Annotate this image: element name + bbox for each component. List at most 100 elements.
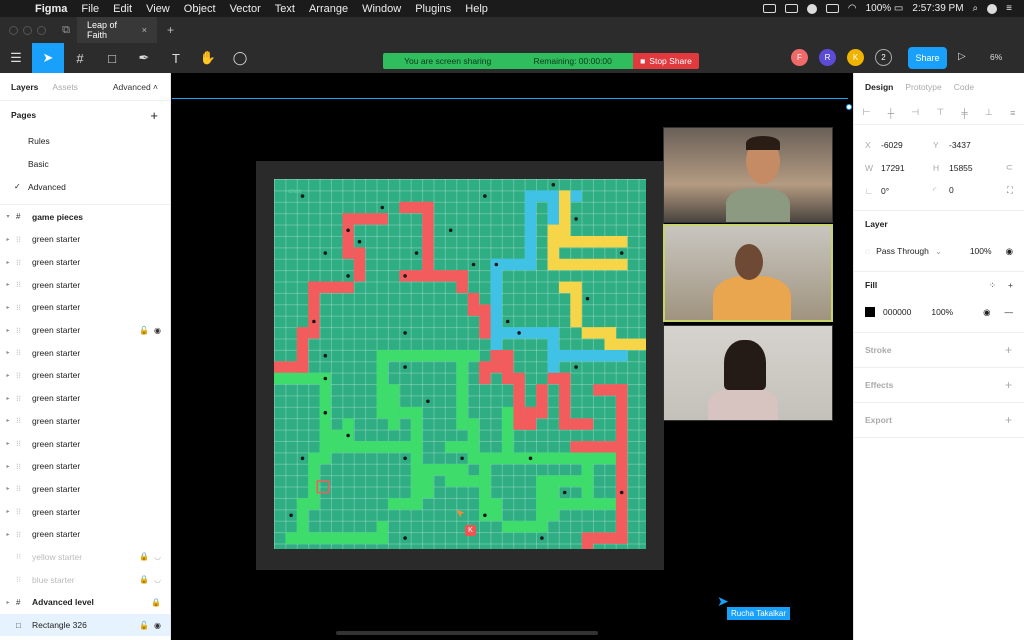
page-item-rules[interactable]: Rules (0, 129, 170, 152)
fill-color-swatch[interactable] (865, 307, 875, 317)
add-page-icon[interactable]: + (150, 108, 158, 123)
selection-handle[interactable] (846, 104, 852, 110)
layer-row-selected[interactable]: □ Rectangle 326 🔓 ◉ (0, 613, 170, 637)
fill-opacity-value[interactable]: 100% (931, 307, 953, 317)
files-icon[interactable]: ⧉ (55, 24, 77, 37)
menu-view[interactable]: View (139, 3, 177, 15)
collapse-caret-icon[interactable]: ▸ (0, 349, 16, 356)
menu-help[interactable]: Help (458, 3, 495, 15)
hand-tool-icon[interactable]: ✋ (192, 43, 224, 73)
layer-row[interactable]: ▸ ⁝⁝ green starter (0, 478, 170, 501)
display-icon[interactable] (784, 4, 798, 13)
align-center-icon[interactable]: ┼ (888, 108, 894, 118)
menu-object[interactable]: Object (177, 3, 223, 15)
collapse-caret-icon[interactable]: ▸ (0, 327, 16, 334)
layer-row[interactable]: ▸ ⁝⁝ green starter (0, 228, 170, 251)
share-button[interactable]: Share (908, 47, 947, 69)
horizontal-scrollbar[interactable] (336, 631, 598, 635)
align-top-icon[interactable]: ⊤ (936, 107, 944, 118)
avatar[interactable]: R (819, 49, 836, 66)
clock[interactable]: 2:57:39 PM (912, 3, 963, 14)
layer-row[interactable]: ▸ ⁝⁝ green starter (0, 523, 170, 546)
zoom-window-button[interactable] (37, 25, 46, 35)
minimize-window-button[interactable] (23, 25, 32, 35)
collapse-caret-icon[interactable]: ▸ (0, 531, 16, 538)
layer-opacity[interactable]: 100% (970, 246, 992, 256)
avatar[interactable]: K (847, 49, 864, 66)
airplay-icon[interactable] (825, 4, 839, 13)
lock-icon[interactable]: 🔓 (139, 621, 149, 630)
layer-row[interactable]: ▸ ⁝⁝ green starter (0, 273, 170, 296)
menu-text[interactable]: Text (268, 3, 302, 15)
align-left-icon[interactable]: ⊢ (863, 107, 871, 118)
layer-row[interactable]: ▸ ⁝⁝ green starter 🔓 ◉ (0, 319, 170, 342)
canvas[interactable]: onex K ➤ Rucha Takalkar ? (172, 73, 1006, 640)
corner-radius-field[interactable]: ◜ 0 (933, 185, 1001, 196)
pen-tool-icon[interactable]: ✒ (128, 43, 160, 73)
tab-code[interactable]: Code (954, 82, 974, 92)
layer-row[interactable]: ▸ ⁝⁝ green starter (0, 387, 170, 410)
zoom-level[interactable]: 6% (990, 52, 1002, 62)
avatar[interactable]: F (791, 49, 808, 66)
fill-visibility-icon[interactable]: ◉ (983, 307, 990, 318)
align-middle-icon[interactable]: ╪ (961, 108, 967, 118)
collapse-caret-icon[interactable]: ▸ (0, 395, 16, 402)
collapse-caret-icon[interactable]: ▸ (0, 599, 16, 606)
add-export-icon[interactable]: + (1005, 413, 1012, 427)
video-tile-1[interactable] (663, 127, 833, 223)
collapse-caret-icon[interactable]: ▸ (0, 281, 16, 288)
page-item-basic[interactable]: Basic (0, 152, 170, 175)
add-effect-icon[interactable]: + (1005, 378, 1012, 392)
creative-cloud-icon[interactable] (806, 3, 817, 14)
video-tile-2[interactable] (663, 224, 833, 322)
new-tab-button[interactable]: + (157, 23, 184, 37)
add-stroke-icon[interactable]: + (1005, 343, 1012, 357)
layer-row[interactable]: ▸ ⁝⁝ green starter (0, 296, 170, 319)
fill-hex-value[interactable]: 000000 (883, 307, 911, 317)
hidden-icon[interactable]: ◡ (154, 552, 161, 561)
control-center-icon[interactable]: ≡ (1006, 3, 1012, 14)
spotlight-icon[interactable]: ⌕ (973, 3, 979, 14)
video-tile-3[interactable] (663, 325, 833, 421)
screen-record-icon[interactable] (762, 4, 776, 13)
battery-status[interactable]: 100% ▭ (866, 3, 904, 14)
unlock-icon[interactable]: 🔓 (139, 326, 149, 335)
layer-row[interactable]: ⁝⁝ yellow starter 🔒 ◡ (0, 546, 170, 569)
lock-icon[interactable]: 🔒 (139, 552, 149, 561)
siri-icon[interactable] (987, 3, 998, 14)
main-menu-icon[interactable]: ☰ (0, 43, 32, 73)
close-window-button[interactable] (9, 25, 18, 35)
frame-tool-icon[interactable]: # (64, 43, 96, 73)
lock-icon[interactable]: 🔒 (151, 598, 161, 607)
game-board-frame[interactable]: onex K (256, 161, 664, 570)
hidden-icon[interactable]: ◡ (154, 575, 161, 584)
collapse-caret-icon[interactable]: ▸ (0, 463, 16, 470)
present-icon[interactable]: ▷ (958, 51, 966, 62)
document-tab[interactable]: Leap of Faith × (77, 17, 157, 43)
menu-app-name[interactable]: Figma (28, 3, 74, 15)
collapse-caret-icon[interactable]: ▸ (0, 508, 16, 515)
tab-prototype[interactable]: Prototype (905, 82, 941, 92)
stop-share-button[interactable]: ■ Stop Share (633, 53, 699, 69)
game-board[interactable]: onex K (274, 179, 646, 549)
independent-corners-icon[interactable]: ⛶ (1007, 185, 1013, 196)
collapse-caret-icon[interactable]: ▸ (0, 440, 16, 447)
collapse-caret-icon[interactable]: ▸ (0, 417, 16, 424)
menu-edit[interactable]: Edit (106, 3, 139, 15)
menu-vector[interactable]: Vector (223, 3, 268, 15)
rotation-field[interactable]: ∟ 0° (865, 186, 933, 196)
add-fill-icon[interactable]: + (1008, 280, 1013, 300)
align-bottom-icon[interactable]: ⊥ (985, 107, 993, 118)
x-field[interactable]: X -6029 (865, 140, 933, 150)
menu-arrange[interactable]: Arrange (302, 3, 355, 15)
menu-file[interactable]: File (74, 3, 106, 15)
layer-row-game-pieces[interactable]: ▾ # game pieces (0, 205, 170, 228)
remove-fill-icon[interactable]: — (1005, 307, 1014, 317)
layer-row[interactable]: ▸ ⁝⁝ green starter (0, 410, 170, 433)
collaborator-count[interactable]: 2 (875, 49, 892, 66)
collapse-caret-icon[interactable]: ▸ (0, 372, 16, 379)
tab-design[interactable]: Design (865, 82, 893, 92)
layer-row-advanced-level[interactable]: ▸ # Advanced level 🔒 (0, 591, 170, 614)
tab-assets[interactable]: Assets (52, 82, 78, 92)
collapse-caret-icon[interactable]: ▸ (0, 304, 16, 311)
